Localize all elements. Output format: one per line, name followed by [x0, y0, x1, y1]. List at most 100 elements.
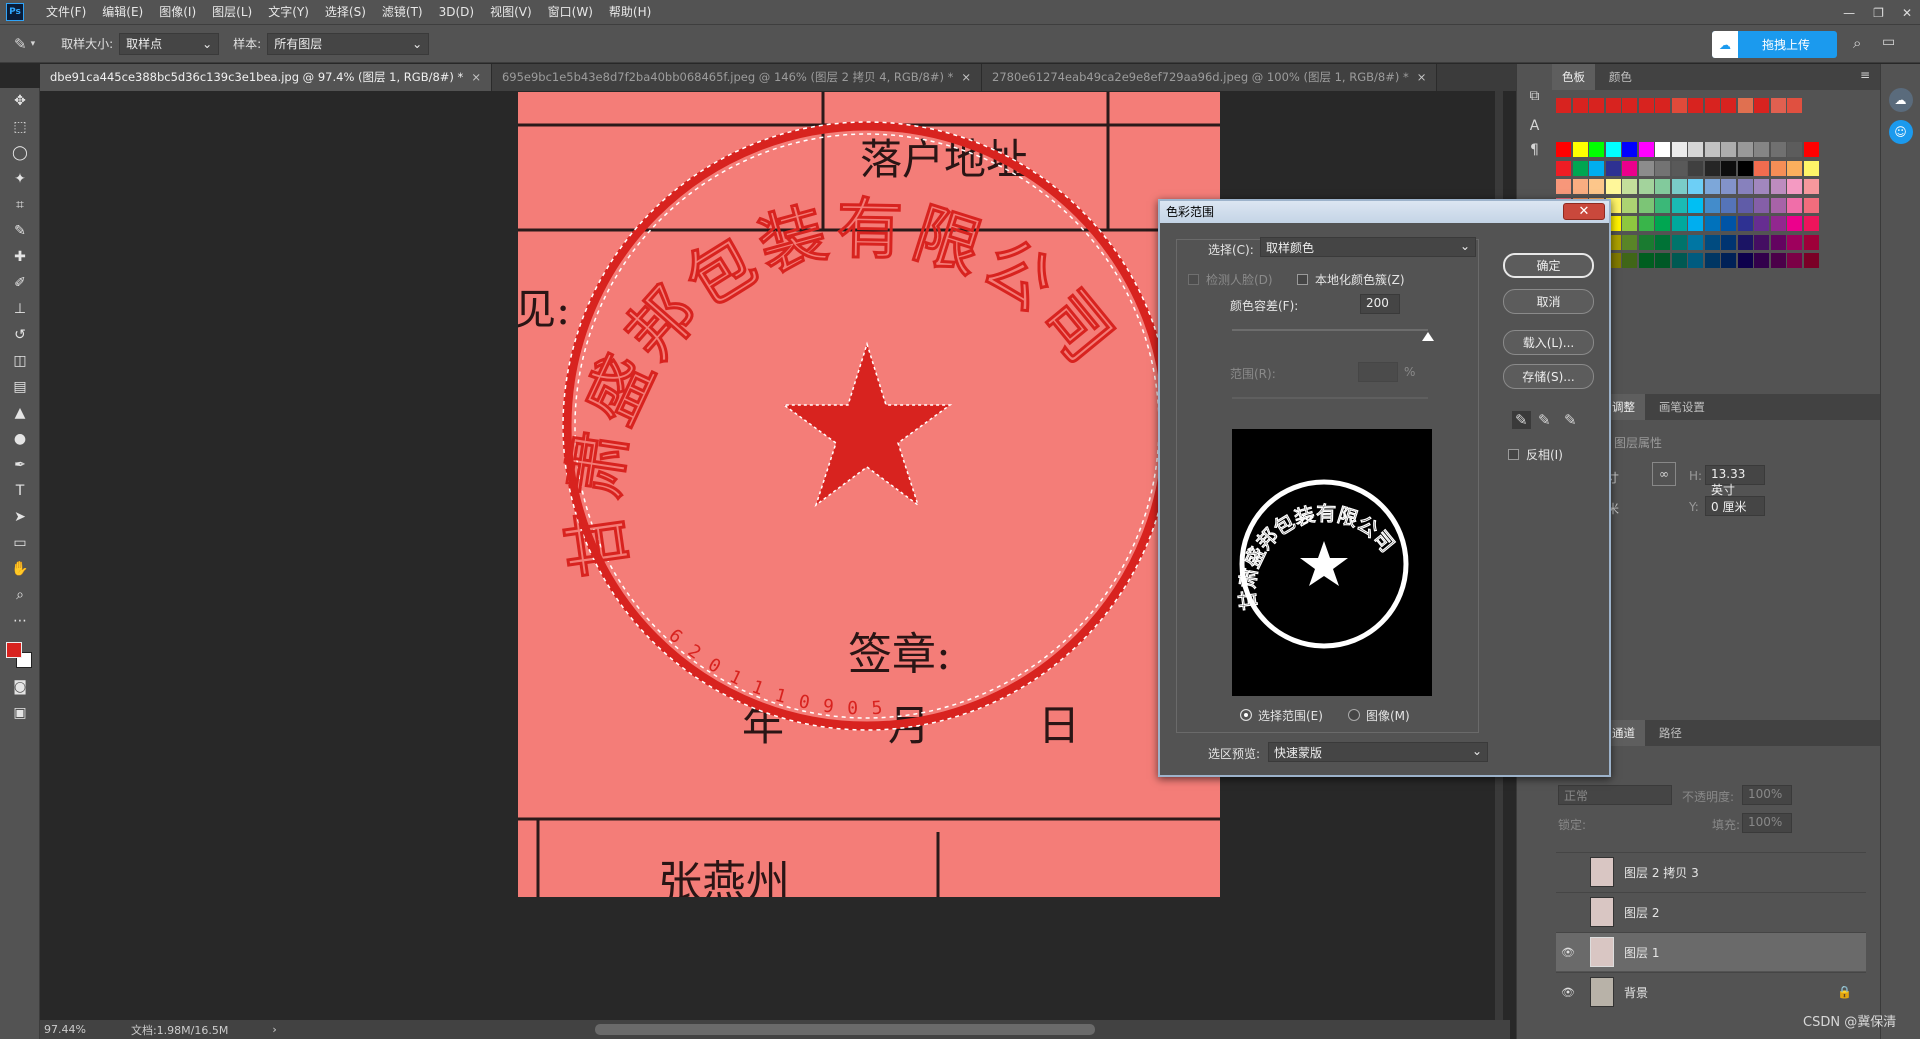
swatch[interactable] [1704, 234, 1720, 250]
swatch[interactable] [1572, 142, 1588, 157]
menu-type[interactable]: 文字(Y) [260, 0, 317, 25]
link-icon[interactable]: ∞ [1652, 462, 1676, 486]
swatch[interactable] [1622, 179, 1637, 194]
swatch[interactable] [1754, 253, 1769, 268]
swatch[interactable] [1803, 160, 1819, 176]
menu-help[interactable]: 帮助(H) [601, 0, 659, 25]
gradient-tool-icon[interactable]: ▤ [0, 374, 40, 400]
layer-row[interactable]: 图层 2 [1556, 892, 1866, 931]
swatch[interactable] [1688, 234, 1703, 250]
selection-preview[interactable]: 甘肃盛邦包装有限公司 [1232, 429, 1432, 696]
minimize-icon[interactable]: — [1843, 6, 1855, 20]
swatch[interactable] [1655, 234, 1670, 250]
chevron-right-icon[interactable]: › [272, 1023, 276, 1036]
menu-image[interactable]: 图像(I) [151, 0, 204, 25]
swatch[interactable] [1787, 197, 1802, 213]
save-button[interactable]: 存储(S)... [1503, 364, 1594, 389]
swatch[interactable] [1787, 216, 1802, 231]
close-icon[interactable]: ✕ [1902, 6, 1912, 20]
selection-radio[interactable] [1240, 709, 1252, 721]
menu-file[interactable]: 文件(F) [38, 0, 94, 25]
swatch[interactable] [1655, 98, 1670, 113]
swatch[interactable] [1770, 98, 1786, 113]
opacity-field[interactable]: 100% [1742, 785, 1792, 805]
swatch[interactable] [1770, 160, 1786, 176]
shape-tool-icon[interactable]: ▭ [0, 530, 40, 556]
swatch[interactable] [1737, 142, 1753, 157]
tab-paths[interactable]: 路径 [1649, 720, 1692, 746]
search-icon[interactable]: ⌕ [1853, 34, 1861, 52]
sample-select[interactable]: 所有图层 ⌄ [267, 32, 430, 55]
swatch[interactable] [1721, 179, 1736, 194]
swatch[interactable] [1704, 98, 1720, 113]
menu-view[interactable]: 视图(V) [482, 0, 540, 25]
swatch[interactable] [1605, 160, 1621, 176]
avatar[interactable]: ☺ [1888, 120, 1913, 144]
color-swatches[interactable] [0, 634, 39, 674]
swatch[interactable] [1622, 98, 1637, 113]
swatch[interactable] [1671, 216, 1687, 231]
dodge-tool-icon[interactable]: ● [0, 426, 40, 452]
swatch[interactable] [1671, 160, 1687, 176]
paragraph-icon[interactable]: ¶ [1517, 142, 1552, 158]
path-select-icon[interactable]: ➤ [0, 504, 40, 530]
close-icon[interactable]: × [1417, 70, 1427, 84]
image-radio[interactable] [1348, 709, 1360, 721]
lasso-tool-icon[interactable]: ◯ [0, 140, 40, 166]
range-slider[interactable] [1232, 397, 1428, 399]
swatch[interactable] [1688, 179, 1703, 194]
swatch[interactable] [1589, 142, 1604, 157]
type-tool-icon[interactable]: T [0, 478, 40, 504]
close-icon[interactable]: × [471, 70, 481, 84]
zoom-tool-icon[interactable]: ⌕ [0, 582, 40, 608]
tab-doc-1[interactable]: dbe91ca445ce388bc5d36c139c3e1bea.jpg @ 9… [40, 64, 492, 91]
swatch[interactable] [1770, 179, 1786, 194]
swatch[interactable] [1787, 142, 1802, 157]
swatch[interactable] [1770, 234, 1786, 250]
swatch[interactable] [1704, 179, 1720, 194]
chevron-down-icon[interactable]: ▾ [31, 39, 36, 49]
swatch[interactable] [1688, 160, 1703, 176]
swatch[interactable] [1721, 253, 1736, 268]
swatch[interactable] [1688, 142, 1703, 157]
more-tools-icon[interactable]: ⋯ [0, 608, 40, 634]
swatch[interactable] [1737, 160, 1753, 176]
swatch[interactable] [1605, 142, 1621, 157]
eye-icon[interactable]: 👁 [1556, 946, 1580, 959]
tab-color[interactable]: 颜色 [1599, 64, 1642, 90]
swatch[interactable] [1688, 253, 1703, 268]
cancel-button[interactable]: 取消 [1503, 289, 1594, 314]
swatch[interactable] [1754, 216, 1769, 231]
menu-3d[interactable]: 3D(D) [431, 0, 482, 25]
foreground-color-swatch[interactable] [6, 642, 22, 658]
swatch[interactable] [1638, 197, 1654, 213]
swatch[interactable] [1671, 197, 1687, 213]
swatch[interactable] [1572, 179, 1588, 194]
swatch[interactable] [1737, 253, 1753, 268]
workspace-icon[interactable]: ▭ [1882, 34, 1895, 50]
restore-icon[interactable]: ❐ [1873, 6, 1884, 20]
swatch[interactable] [1572, 98, 1588, 113]
swatch[interactable] [1704, 142, 1720, 157]
swatch[interactable] [1655, 179, 1670, 194]
eye-icon[interactable]: 👁 [1556, 986, 1580, 999]
close-icon[interactable]: × [961, 70, 971, 84]
swatch[interactable] [1622, 253, 1637, 268]
swatch[interactable] [1671, 253, 1687, 268]
marquee-tool-icon[interactable]: ⬚ [0, 114, 40, 140]
layer-row[interactable]: 👁 背景 🔒 [1556, 972, 1866, 1011]
swatch[interactable] [1704, 253, 1720, 268]
localized-checkbox[interactable] [1297, 274, 1308, 285]
swatch[interactable] [1754, 98, 1769, 113]
swatch[interactable] [1638, 142, 1654, 157]
ok-button[interactable]: 确定 [1503, 253, 1594, 278]
height-field[interactable]: 13.33 英寸 [1705, 465, 1765, 497]
swatch[interactable] [1556, 160, 1571, 176]
preview-select[interactable]: 快速蒙版 ⌄ [1268, 742, 1488, 762]
pen-tool-icon[interactable]: ✒ [0, 452, 40, 478]
swatch[interactable] [1638, 98, 1654, 113]
swatch[interactable] [1688, 216, 1703, 231]
eyedropper-icon[interactable]: ✎ [1512, 411, 1531, 429]
horizontal-scrollbar[interactable] [595, 1024, 1095, 1035]
fuzziness-slider[interactable] [1232, 329, 1428, 331]
